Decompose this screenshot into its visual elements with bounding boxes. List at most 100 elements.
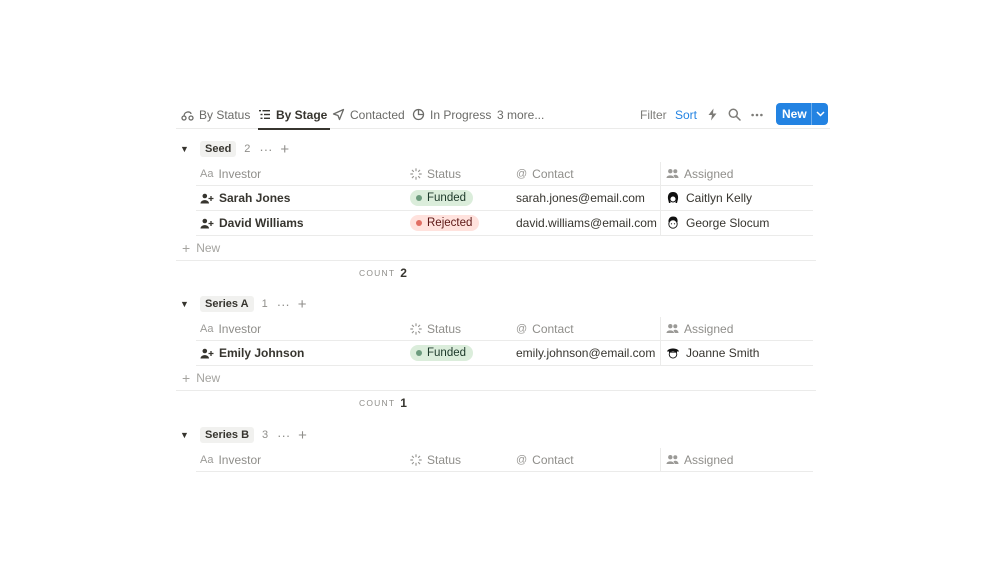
collapse-caret-icon[interactable]: ▼: [180, 144, 194, 154]
column-label: Status: [427, 321, 462, 336]
tab-by-status[interactable]: By Status: [181, 100, 250, 129]
more-options-button[interactable]: [751, 100, 763, 129]
column-header-contact[interactable]: @ Contact: [516, 448, 574, 471]
collapse-caret-icon[interactable]: ▼: [180, 430, 194, 440]
tab-contacted[interactable]: Contacted: [332, 100, 405, 129]
new-dropdown-button[interactable]: [812, 111, 828, 117]
add-person-icon: [200, 348, 214, 359]
email-property-icon: @: [516, 322, 528, 335]
investor-cell[interactable]: Emily Johnson: [200, 341, 304, 365]
count-summary[interactable]: COUNT 2: [359, 262, 407, 284]
group-count: 2: [244, 143, 251, 155]
group-seed: ▼ Seed 2 ··· + Aa Investor Status @ Cont…: [176, 138, 816, 283]
group-more-icon[interactable]: ···: [277, 428, 290, 443]
status-dot: [416, 350, 422, 356]
column-header-row: Aa Investor Status @ Contact Assigned: [196, 162, 813, 186]
group-more-icon[interactable]: ···: [277, 297, 290, 312]
column-label: Assigned: [684, 452, 734, 467]
people-property-icon: [666, 323, 679, 334]
assigned-cell[interactable]: Joanne Smith: [666, 341, 759, 365]
filter-button[interactable]: Filter: [640, 100, 667, 129]
column-divider: [660, 162, 661, 185]
tab-by-stage[interactable]: By Stage: [258, 100, 331, 130]
group-name: Series B: [200, 427, 255, 443]
status-text: Rejected: [427, 217, 473, 229]
column-label: Contact: [532, 166, 574, 181]
group-name: Seed: [200, 141, 237, 157]
lightning-icon: [708, 108, 717, 121]
tab-in-progress[interactable]: In Progress: [412, 100, 491, 129]
group-series-a: ▼ Series A 1 ··· + Aa Investor Status @ …: [176, 293, 816, 413]
count-label: COUNT: [359, 268, 396, 278]
status-badge: Funded: [410, 190, 474, 206]
add-new-row-button[interactable]: + New: [176, 236, 816, 261]
automation-button[interactable]: [707, 100, 718, 129]
column-header-status[interactable]: Status: [410, 317, 461, 340]
text-property-icon: Aa: [200, 322, 214, 335]
contact-cell[interactable]: david.williams@email.com: [516, 211, 657, 235]
count-summary[interactable]: COUNT 1: [359, 392, 407, 414]
assigned-cell[interactable]: Caitlyn Kelly: [666, 186, 752, 210]
text-property-icon: Aa: [200, 453, 214, 466]
new-button[interactable]: New: [776, 103, 828, 125]
group-add-icon[interactable]: +: [298, 296, 307, 313]
search-button[interactable]: [728, 100, 741, 129]
contact-cell[interactable]: sarah.jones@email.com: [516, 186, 645, 210]
column-header-investor[interactable]: Aa Investor: [200, 162, 261, 185]
column-header-status[interactable]: Status: [410, 162, 461, 185]
status-dot: [416, 220, 422, 226]
group-count: 1: [261, 298, 268, 310]
text-property-icon: Aa: [200, 167, 214, 180]
column-header-assigned[interactable]: Assigned: [666, 317, 733, 340]
group-header: ▼ Seed 2 ··· +: [176, 138, 289, 160]
sort-button[interactable]: Sort: [675, 100, 697, 129]
column-label: Assigned: [684, 321, 734, 336]
column-header-assigned[interactable]: Assigned: [666, 448, 733, 471]
add-new-row-button[interactable]: + New: [176, 366, 816, 391]
table-row[interactable]: David Williams Rejected david.williams@e…: [196, 211, 813, 236]
people-property-icon: [666, 454, 679, 465]
column-header-contact[interactable]: @ Contact: [516, 317, 574, 340]
column-header-assigned[interactable]: Assigned: [666, 162, 733, 185]
email-property-icon: @: [516, 453, 528, 466]
collapse-caret-icon[interactable]: ▼: [180, 299, 194, 309]
investor-cell[interactable]: Sarah Jones: [200, 186, 290, 210]
plus-icon: +: [182, 370, 191, 386]
column-divider: [660, 317, 661, 340]
investor-cell[interactable]: David Williams: [200, 211, 304, 235]
column-header-contact[interactable]: @ Contact: [516, 162, 574, 185]
contact-cell[interactable]: emily.johnson@email.com: [516, 341, 655, 365]
contact-email: emily.johnson@email.com: [516, 346, 656, 360]
tab-label: By Stage: [276, 107, 328, 122]
status-cell[interactable]: Funded: [410, 341, 474, 365]
column-header-investor[interactable]: Aa Investor: [200, 448, 261, 471]
status-text: Funded: [427, 347, 467, 359]
pie-icon: [412, 108, 425, 121]
status-cell[interactable]: Rejected: [410, 211, 480, 235]
more-views-button[interactable]: 3 more...: [497, 100, 544, 129]
more-dots-icon: [751, 113, 763, 116]
group-add-icon[interactable]: +: [280, 141, 289, 158]
more-views-label: 3 more...: [497, 107, 545, 122]
contact-email: david.williams@email.com: [516, 216, 657, 230]
table-row[interactable]: Sarah Jones Funded sarah.jones@email.com…: [196, 186, 813, 211]
group-more-icon[interactable]: ···: [259, 142, 272, 157]
view-toolbar: By Status By Stage Contacted In Progress…: [176, 100, 830, 130]
filter-label: Filter: [640, 107, 667, 122]
status-cell[interactable]: Funded: [410, 186, 474, 210]
status-property-icon: [410, 453, 422, 466]
table-row[interactable]: Emily Johnson Funded emily.johnson@email…: [196, 341, 813, 366]
avatar: [667, 348, 679, 359]
column-header-status[interactable]: Status: [410, 448, 461, 471]
tab-label: Contacted: [350, 107, 405, 122]
status-text: Funded: [427, 192, 467, 204]
group-count: 3: [262, 429, 269, 441]
add-person-icon: [200, 218, 214, 229]
status-dot: [416, 195, 422, 201]
column-header-investor[interactable]: Aa Investor: [200, 317, 261, 340]
column-divider: [660, 211, 661, 235]
new-row-label: New: [196, 371, 221, 385]
group-header: ▼ Series A 1 ··· +: [176, 293, 307, 315]
group-add-icon[interactable]: +: [298, 427, 307, 444]
assigned-cell[interactable]: George Slocum: [666, 211, 769, 235]
